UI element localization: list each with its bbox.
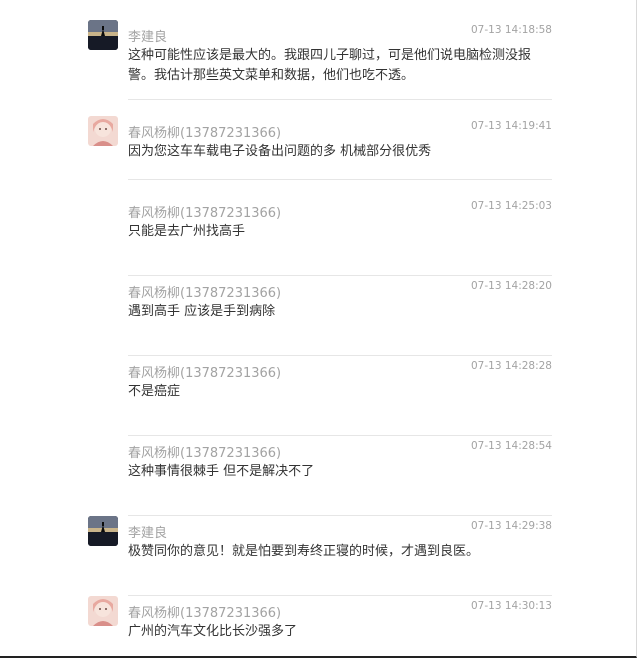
message-text: 这种事情很棘手 但不是解决不了 bbox=[128, 464, 315, 479]
girl-portrait-avatar[interactable] bbox=[88, 116, 118, 146]
sender-name[interactable]: 李建良 bbox=[128, 522, 167, 541]
sender-name[interactable]: 春风杨柳(13787231366) bbox=[128, 282, 281, 301]
message-text: 广州的汽车文化比长沙强多了 bbox=[128, 624, 298, 639]
girl-portrait-avatar[interactable] bbox=[88, 596, 118, 626]
sender-name[interactable]: 春风杨柳(13787231366) bbox=[128, 362, 281, 381]
sender-name[interactable]: 春风杨柳(13787231366) bbox=[128, 202, 281, 221]
message-item: 李建良 07-13 14:18:58 这种可能性应该是最大的。我跟四儿子聊过，可… bbox=[88, 20, 552, 100]
message-timestamp: 07-13 14:19:41 bbox=[470, 120, 552, 132]
message-text: 因为您这车车载电子设备出问题的多 机械部分很优秀 bbox=[128, 144, 432, 159]
message-timestamp: 07-13 14:30:13 bbox=[470, 600, 552, 612]
sender-name[interactable]: 春风杨柳(13787231366) bbox=[128, 442, 281, 461]
message-item: 李建良 07-13 14:29:38 极赞同你的意见！就是怕要到寿终正寝的时候，… bbox=[88, 516, 552, 596]
lake-sunset-avatar[interactable] bbox=[88, 20, 118, 50]
message-text: 极赞同你的意见！就是怕要到寿终正寝的时候，才遇到良医。 bbox=[128, 544, 480, 559]
chat-history-panel: 李建良 07-13 14:18:58 这种可能性应该是最大的。我跟四儿子聊过，可… bbox=[0, 0, 637, 658]
message-item: 春风杨柳(13787231366) 07-13 14:25:03 只能是去广州找… bbox=[88, 196, 552, 276]
message-timestamp: 07-13 14:18:58 bbox=[470, 24, 552, 36]
message-text: 不是癌症 bbox=[128, 384, 181, 399]
message-text: 遇到高手 应该是手到病除 bbox=[128, 304, 276, 319]
message-timestamp: 07-13 14:25:03 bbox=[470, 200, 552, 212]
lake-sunset-avatar[interactable] bbox=[88, 516, 118, 546]
message-item: 春风杨柳(13787231366) 07-13 14:30:13 广州的汽车文化… bbox=[88, 596, 552, 648]
message-timestamp: 07-13 14:28:20 bbox=[470, 280, 552, 292]
message-timestamp: 07-13 14:28:28 bbox=[470, 360, 552, 372]
sender-name[interactable]: 李建良 bbox=[128, 26, 167, 45]
message-timestamp: 07-13 14:28:54 bbox=[470, 440, 552, 452]
message-item: 春风杨柳(13787231366) 07-13 14:19:41 因为您这车车载… bbox=[88, 116, 552, 180]
message-item: 春风杨柳(13787231366) 07-13 14:28:28 不是癌症 bbox=[88, 356, 552, 436]
message-text: 这种可能性应该是最大的。我跟四儿子聊过，可是他们说电脑检测没报警。我估计那些英文… bbox=[128, 48, 532, 83]
sender-name[interactable]: 春风杨柳(13787231366) bbox=[128, 122, 281, 141]
divider bbox=[128, 99, 552, 100]
message-timestamp: 07-13 14:29:38 bbox=[470, 520, 552, 532]
sender-name[interactable]: 春风杨柳(13787231366) bbox=[128, 602, 281, 621]
message-item: 春风杨柳(13787231366) 07-13 14:28:54 这种事情很棘手… bbox=[88, 436, 552, 516]
message-item: 春风杨柳(13787231366) 07-13 14:28:20 遇到高手 应该… bbox=[88, 276, 552, 356]
message-text: 只能是去广州找高手 bbox=[128, 224, 246, 239]
divider bbox=[128, 179, 552, 180]
